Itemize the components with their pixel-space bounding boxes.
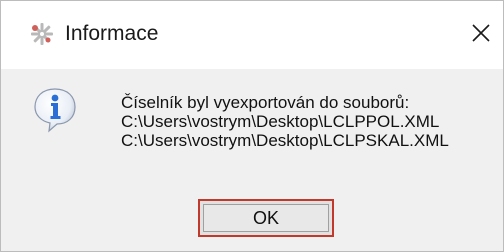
message-line: Číselník byl vyexportován do souborů: bbox=[121, 93, 410, 112]
window-title: Informace bbox=[65, 22, 159, 45]
close-icon bbox=[472, 24, 490, 42]
message-dialog: Informace Číselník byl vyexportován do s… bbox=[0, 0, 504, 252]
ok-button[interactable]: OK bbox=[198, 199, 334, 237]
message-line: C:\Users\vostrym\Desktop\LCLPPOL.XML bbox=[121, 112, 440, 131]
gear-cluster-icon bbox=[29, 21, 55, 47]
dialog-content: Číselník byl vyexportován do souborů: C:… bbox=[1, 69, 503, 251]
ok-button-label: OK bbox=[252, 207, 279, 228]
close-button[interactable] bbox=[459, 11, 503, 55]
information-icon bbox=[31, 85, 79, 133]
title-bar[interactable]: Informace bbox=[1, 1, 503, 69]
message-line: C:\Users\vostrym\Desktop\LCLPSKAL.XML bbox=[121, 131, 449, 150]
message-text: Číselník byl vyexportován do souborů: C:… bbox=[121, 93, 497, 150]
